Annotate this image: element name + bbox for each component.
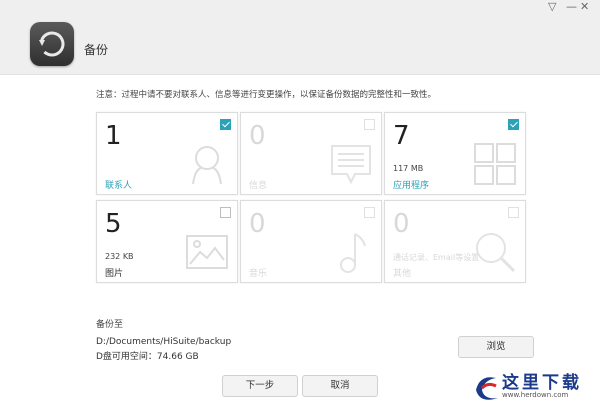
cancel-button[interactable]: 取消 bbox=[302, 375, 378, 397]
page-title: 备份 bbox=[84, 43, 109, 57]
tile-count: 1 bbox=[105, 121, 122, 151]
apps-checkbox[interactable] bbox=[508, 119, 519, 130]
tile-size: 117 MB bbox=[393, 164, 424, 173]
tile-messages[interactable]: 0 信息 bbox=[240, 112, 382, 195]
tile-count: 0 bbox=[249, 209, 266, 239]
music-note-icon bbox=[340, 233, 366, 273]
tile-label: 联系人 bbox=[105, 181, 133, 191]
close-icon[interactable]: ✕ bbox=[580, 1, 589, 13]
tile-music[interactable]: 0 音乐 bbox=[240, 200, 382, 283]
backup-path: D:/Documents/HiSuite/backup bbox=[96, 337, 232, 347]
tile-count: 5 bbox=[105, 209, 122, 239]
tile-label: 应用程序 bbox=[393, 181, 430, 191]
tile-other[interactable]: 0 通话记录、Email等设置 其他 bbox=[384, 200, 526, 283]
other-checkbox[interactable] bbox=[508, 207, 519, 218]
tile-apps[interactable]: 7 117 MB 应用程序 bbox=[384, 112, 526, 195]
magnifier-icon bbox=[476, 233, 516, 273]
pictures-checkbox[interactable] bbox=[220, 207, 231, 218]
tile-contacts[interactable]: 1 联系人 bbox=[96, 112, 238, 195]
picture-icon bbox=[186, 235, 228, 269]
backup-to-label: 备份至 bbox=[96, 320, 124, 330]
tile-label: 信息 bbox=[249, 181, 268, 191]
tile-count: 0 bbox=[393, 209, 410, 239]
contacts-checkbox[interactable] bbox=[220, 119, 231, 130]
tile-size: 通话记录、Email等设置 bbox=[393, 253, 480, 262]
music-checkbox[interactable] bbox=[364, 207, 375, 218]
message-icon bbox=[331, 145, 371, 185]
browse-button[interactable]: 浏览 bbox=[458, 336, 534, 358]
apps-grid-icon bbox=[474, 143, 516, 185]
tile-count: 7 bbox=[393, 121, 410, 151]
tile-size: 232 KB bbox=[105, 252, 134, 261]
contact-icon bbox=[192, 146, 222, 185]
messages-checkbox[interactable] bbox=[364, 119, 375, 130]
backup-app-icon bbox=[30, 22, 74, 66]
minimize-icon[interactable]: — bbox=[566, 1, 577, 13]
watermark-url: www.herdown.com bbox=[502, 391, 569, 399]
window-header: ▽ — ✕ 备份 bbox=[0, 0, 600, 75]
next-button[interactable]: 下一步 bbox=[222, 375, 298, 397]
tile-pictures[interactable]: 5 232 KB 图片 bbox=[96, 200, 238, 283]
notice-text: 注意：过程中请不要对联系人、信息等进行变更操作，以保证备份数据的完整性和一致性。 bbox=[96, 90, 437, 100]
tile-label: 其他 bbox=[393, 269, 412, 279]
tile-label: 图片 bbox=[105, 269, 124, 279]
watermark-text: 这里下载 bbox=[502, 373, 582, 393]
tile-label: 音乐 bbox=[249, 269, 268, 279]
tile-count: 0 bbox=[249, 121, 266, 151]
dropdown-icon[interactable]: ▽ bbox=[548, 1, 556, 13]
free-space-text: D盘可用空间：74.66 GB bbox=[96, 352, 199, 362]
